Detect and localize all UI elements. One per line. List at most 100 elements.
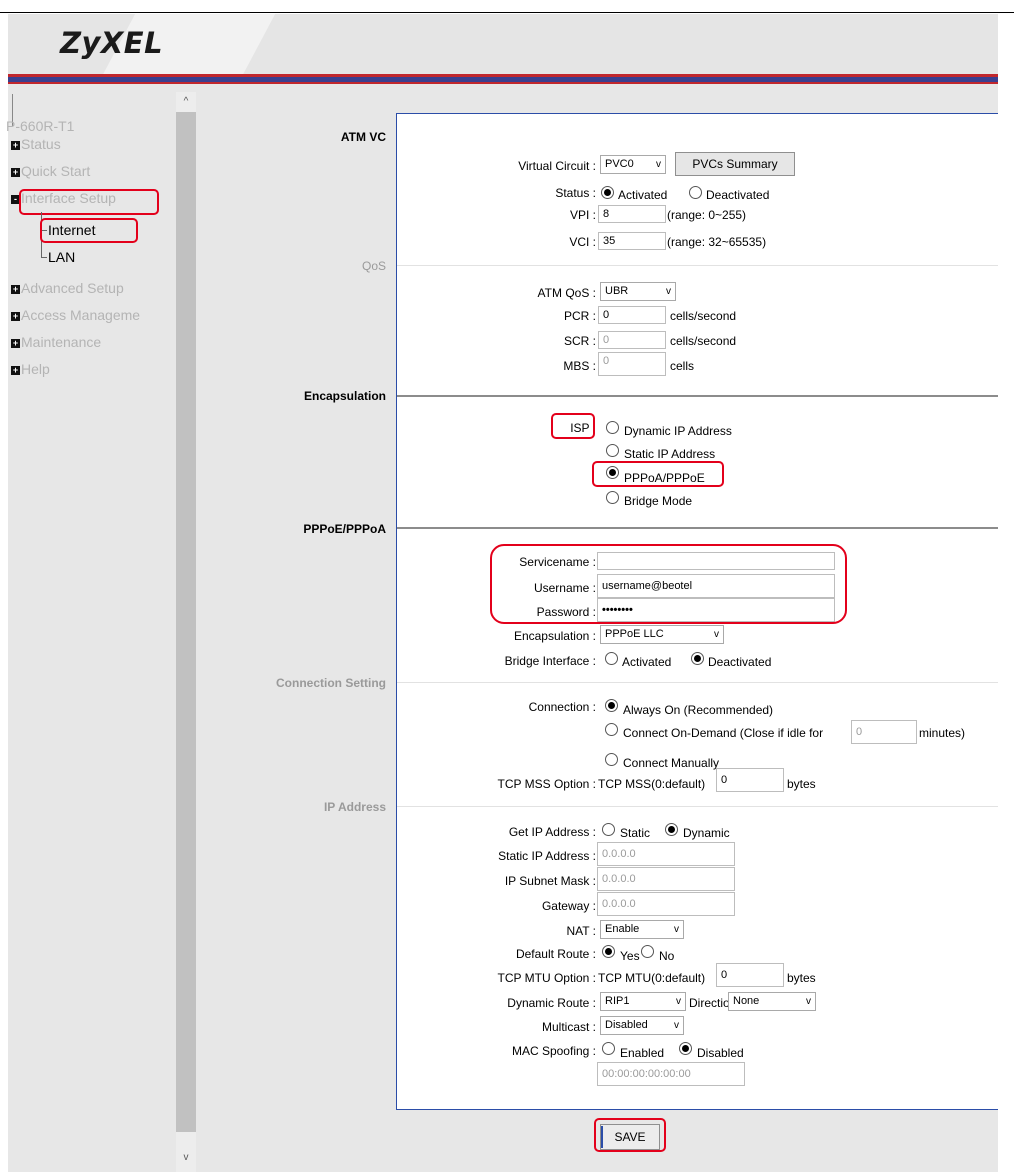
encapsulation-label: Encapsulation :	[513, 629, 596, 643]
zyxel-logo: ZyXEL	[60, 26, 164, 60]
highlight-box	[594, 1118, 666, 1152]
expand-icon: +	[11, 338, 20, 348]
multicast-select[interactable]: Disabled v	[600, 1016, 684, 1035]
highlight-box	[490, 544, 847, 624]
sidebar-item-quick-start[interactable]: + Quick Start	[11, 163, 90, 179]
connection-manual-radio[interactable]	[605, 753, 618, 766]
scroll-up-arrow-icon[interactable]: ^	[176, 92, 196, 112]
nat-label: NAT :	[566, 924, 596, 938]
section-divider	[397, 806, 998, 807]
pcr-input[interactable]: 0	[598, 306, 666, 324]
mbs-input[interactable]: 0	[598, 352, 666, 376]
section-atm-vc: ATM VC	[340, 130, 386, 144]
connection-on-demand-radio[interactable]	[605, 723, 618, 736]
sidebar-item-label: Quick Start	[21, 163, 91, 179]
section-ip-address: IP Address	[323, 800, 386, 814]
status-label: Status :	[555, 186, 596, 200]
connection-label: Connection :	[528, 700, 596, 714]
highlight-box	[19, 189, 159, 215]
expand-icon: +	[11, 167, 20, 177]
mac-address-input[interactable]: 00:00:00:00:00:00	[597, 1062, 745, 1086]
highlight-box	[40, 218, 138, 243]
sidebar-subitem-lan[interactable]: LAN	[48, 249, 75, 265]
connection-always-on-radio[interactable]	[605, 699, 618, 712]
pvcs-summary-button[interactable]: PVCs Summary	[675, 152, 795, 176]
radio-label: Yes	[620, 949, 640, 963]
encapsulation-select[interactable]: PPPoE LLC v	[600, 625, 724, 644]
default-route-no-radio[interactable]	[641, 945, 654, 958]
pcr-label: PCR :	[563, 309, 596, 323]
sidebar-item-help[interactable]: + Help	[11, 361, 50, 377]
sidebar-item-access-management[interactable]: + Access Manageme	[11, 307, 176, 323]
tcp-mtu-label: TCP MTU Option :	[497, 971, 596, 985]
radio-label: Deactivated	[706, 188, 770, 202]
dynamic-route-select[interactable]: RIP1 v	[600, 992, 686, 1011]
nat-select[interactable]: Enable v	[600, 920, 684, 939]
virtual-circuit-select[interactable]: PVC0 v	[600, 155, 666, 174]
radio-label: Always On (Recommended)	[623, 703, 774, 717]
radio-label: Connect On-Demand (Close if idle for	[623, 726, 824, 740]
status-deactivated-radio[interactable]	[689, 186, 702, 199]
selected-value: RIP1	[605, 995, 630, 1007]
multicast-label: Multicast :	[541, 1020, 596, 1034]
vpi-input[interactable]: 8	[598, 205, 666, 223]
isp-dynamic-radio[interactable]	[606, 421, 619, 434]
idle-minutes-input[interactable]: 0	[851, 720, 917, 744]
radio-label: Activated	[622, 655, 672, 669]
top-border	[0, 12, 1014, 13]
radio-label: Disabled	[697, 1046, 744, 1060]
scr-input[interactable]: 0	[598, 331, 666, 349]
tcp-mtu-prefix: TCP MTU(0:default)	[598, 971, 706, 985]
chevron-down-icon: v	[676, 996, 681, 1007]
chevron-down-icon: v	[656, 159, 661, 170]
sidebar-item-label: Advanced Setup	[21, 280, 124, 296]
selected-value: Disabled	[605, 1019, 648, 1031]
sidebar-item-label: Maintenance	[21, 334, 102, 350]
tcp-mtu-unit: bytes	[787, 971, 816, 985]
get-ip-static-radio[interactable]	[602, 823, 615, 836]
expand-icon: +	[11, 284, 20, 294]
sidebar-item-advanced-setup[interactable]: + Advanced Setup	[11, 280, 124, 296]
isp-bridge-radio[interactable]	[606, 491, 619, 504]
vci-range: (range: 32~65535)	[667, 235, 767, 249]
bridge-interface-label: Bridge Interface :	[504, 654, 596, 668]
tcp-mss-unit: bytes	[787, 777, 816, 791]
radio-label: Bridge Mode	[624, 494, 693, 508]
radio-label: Enabled	[620, 1046, 665, 1060]
sidebar-item-maintenance[interactable]: + Maintenance	[11, 334, 101, 350]
isp-static-radio[interactable]	[606, 444, 619, 457]
selected-value: PPPoE LLC	[605, 628, 664, 640]
vci-input[interactable]: 35	[598, 232, 666, 250]
bridge-activated-radio[interactable]	[605, 652, 618, 665]
sidebar-item-status[interactable]: + Status	[11, 136, 61, 152]
mac-disabled-radio[interactable]	[679, 1042, 692, 1055]
atm-qos-select[interactable]: UBR v	[600, 282, 676, 301]
mac-enabled-radio[interactable]	[602, 1042, 615, 1055]
bridge-deactivated-radio[interactable]	[691, 652, 704, 665]
gateway-input[interactable]: 0.0.0.0	[597, 892, 735, 916]
chevron-down-icon: v	[674, 924, 679, 935]
scrollbar-thumb[interactable]	[176, 112, 196, 1132]
default-route-yes-radio[interactable]	[602, 945, 615, 958]
status-activated-radio[interactable]	[601, 186, 614, 199]
tcp-mss-prefix: TCP MSS(0:default)	[598, 777, 706, 791]
tree-line	[41, 257, 47, 258]
sidebar-item-label: Help	[21, 361, 50, 377]
subnet-mask-input[interactable]: 0.0.0.0	[597, 867, 735, 891]
selected-value: PVC0	[605, 158, 634, 170]
scroll-down-arrow-icon[interactable]: v	[176, 1148, 196, 1168]
tcp-mtu-input[interactable]: 0	[716, 963, 784, 987]
static-ip-input[interactable]: 0.0.0.0	[597, 842, 735, 866]
chevron-down-icon: v	[806, 996, 811, 1007]
section-divider	[397, 682, 998, 683]
direction-select[interactable]: None v	[728, 992, 816, 1011]
mbs-unit: cells	[670, 359, 695, 373]
get-ip-dynamic-radio[interactable]	[665, 823, 678, 836]
section-qos: QoS	[361, 259, 386, 273]
radio-label: No	[659, 949, 675, 963]
vpi-label: VPI :	[569, 208, 596, 222]
radio-label: Connect Manually	[623, 756, 720, 770]
virtual-circuit-label: Virtual Circuit :	[518, 159, 596, 173]
scr-unit: cells/second	[670, 334, 737, 348]
tcp-mss-input[interactable]: 0	[716, 768, 784, 792]
